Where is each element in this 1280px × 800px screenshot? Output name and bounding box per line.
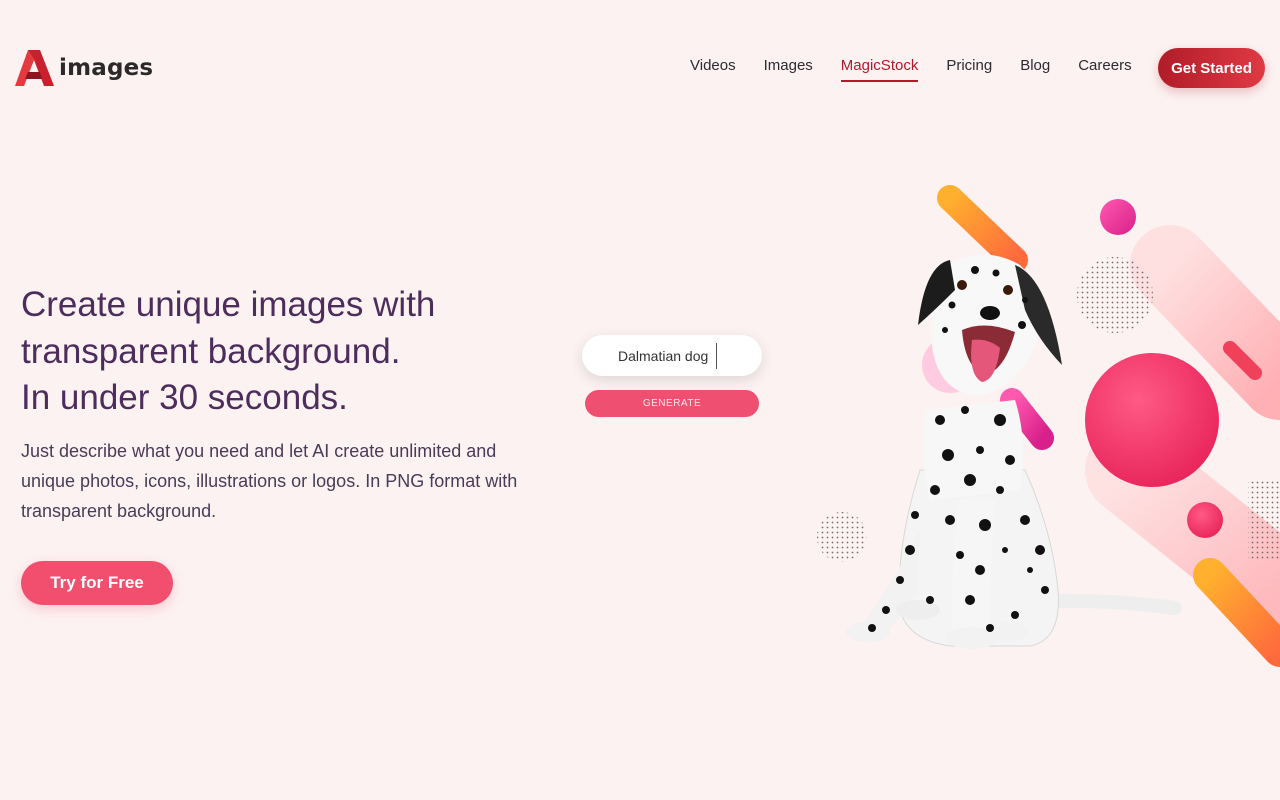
page: images Videos Images MagicStock Pricing …	[0, 0, 1280, 800]
hero-title-line: In under 30 seconds.	[21, 378, 348, 417]
decor-sphere	[1085, 353, 1219, 487]
hero-title-line: transparent background.	[21, 331, 401, 371]
nav-blog[interactable]: Blog	[1020, 57, 1050, 82]
dot-pattern	[817, 512, 867, 562]
nav-careers[interactable]: Careers	[1078, 57, 1131, 82]
logo-text: images	[59, 55, 154, 81]
dot-pattern	[1077, 257, 1153, 333]
get-started-button[interactable]: Get Started	[1158, 48, 1265, 88]
prompt-input-value: Dalmatian dog	[618, 347, 709, 364]
text-cursor	[716, 342, 718, 369]
hero-illustration	[817, 185, 1280, 667]
decor-sphere	[1100, 199, 1136, 235]
decor-stripe	[937, 185, 1028, 273]
nav-videos[interactable]: Videos	[690, 57, 736, 82]
hero-description: Just describe what you need and let AI c…	[21, 441, 518, 521]
nav-magicstock[interactable]: MagicStock	[840, 57, 919, 82]
generate-button[interactable]: GENERATE	[585, 390, 759, 417]
hero-title: Create unique images with transparent ba…	[21, 282, 581, 422]
main-nav: Videos Images MagicStock Pricing Blog Ca…	[690, 57, 1160, 82]
prompt-input[interactable]: Dalmatian dog	[582, 335, 762, 376]
logo-icon	[15, 50, 54, 86]
dot-pattern	[1248, 480, 1280, 560]
try-for-free-button[interactable]: Try for Free	[21, 561, 173, 605]
nav-pricing[interactable]: Pricing	[946, 57, 992, 82]
nav-images[interactable]: Images	[764, 57, 813, 82]
logo[interactable]: images	[14, 48, 153, 88]
decor-sphere	[1187, 502, 1223, 538]
hero-title-line: Create unique images with	[21, 285, 436, 324]
